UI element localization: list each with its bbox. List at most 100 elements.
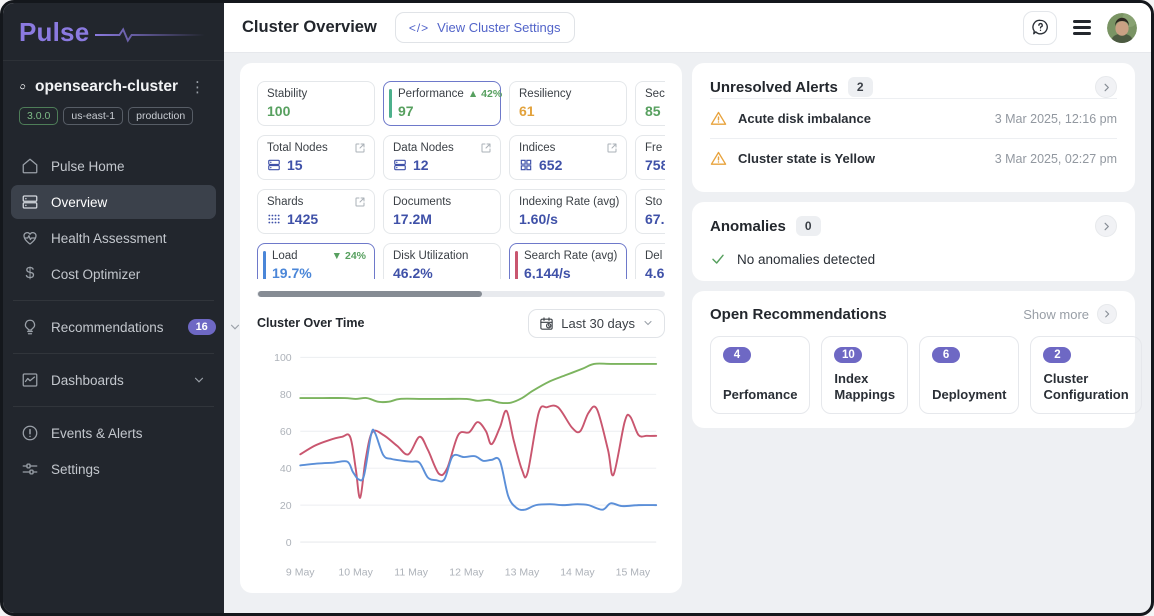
metric-value: 61 bbox=[519, 103, 618, 119]
recommendation-card-deployment[interactable]: 6 Deployment bbox=[919, 336, 1019, 414]
open-recommendations-card: Open Recommendations Show more 4 Perfoma… bbox=[692, 291, 1135, 428]
scrollbar-thumb[interactable] bbox=[258, 291, 482, 297]
nav-divider bbox=[13, 353, 214, 354]
alert-text: Acute disk imbalance bbox=[738, 111, 871, 126]
nav-divider bbox=[13, 406, 214, 407]
svg-text:80: 80 bbox=[280, 389, 292, 401]
alerts-expand-button[interactable] bbox=[1095, 76, 1117, 98]
metric-card-stability[interactable]: Stability 100 bbox=[257, 81, 375, 126]
metric-card-documents[interactable]: Documents 17.2M bbox=[383, 189, 501, 234]
kebab-menu-icon[interactable]: ⋮ bbox=[187, 78, 208, 96]
external-link-icon[interactable] bbox=[354, 142, 366, 154]
metric-card-performance[interactable]: Performance ▲ 42% 97 bbox=[383, 81, 501, 126]
logo: Pulse bbox=[3, 3, 224, 61]
date-range-dropdown[interactable]: Last 30 days bbox=[528, 309, 665, 338]
metric-value: 67. bbox=[645, 211, 665, 227]
metric-card-total-nodes[interactable]: Total Nodes 15 bbox=[257, 135, 375, 180]
code-icon: </> bbox=[409, 21, 429, 35]
sidebar-item-dashboards[interactable]: Dashboards bbox=[11, 363, 216, 397]
topbar: Cluster Overview </> View Cluster Settin… bbox=[224, 3, 1151, 53]
recommendation-card-index-mappings[interactable]: 10 Index Mappings bbox=[821, 336, 908, 414]
metric-card-indices[interactable]: Indices 652 bbox=[509, 135, 627, 180]
metric-label: Disk Utilization bbox=[393, 250, 468, 262]
chart-title: Cluster Over Time bbox=[257, 316, 364, 330]
sidebar-item-label: Recommendations bbox=[51, 320, 164, 335]
metric-label: Performance bbox=[398, 88, 464, 100]
metric-label: Data Nodes bbox=[393, 142, 454, 154]
metric-card-disk-utilization[interactable]: Disk Utilization 46.2% bbox=[383, 243, 501, 279]
metric-value: 12 bbox=[393, 157, 492, 173]
content: Stability 100 Performance ▲ 42% 97 Resil… bbox=[224, 53, 1151, 613]
dollar-icon: $ bbox=[21, 265, 39, 283]
show-more-button[interactable]: Show more bbox=[1023, 304, 1117, 324]
server-icon bbox=[267, 158, 281, 172]
recommendation-label: Deployment bbox=[932, 387, 1006, 402]
alert-circle-icon bbox=[21, 424, 39, 442]
metric-card-shards[interactable]: Shards 1425 bbox=[257, 189, 375, 234]
metric-card-data-nodes[interactable]: Data Nodes 12 bbox=[383, 135, 501, 180]
view-cluster-settings-button[interactable]: </> View Cluster Settings bbox=[395, 12, 575, 43]
sidebar-item-overview[interactable]: Overview bbox=[11, 185, 216, 219]
svg-text:60: 60 bbox=[280, 426, 292, 438]
svg-text:100: 100 bbox=[274, 352, 292, 364]
metric-card-indexing-rate[interactable]: Indexing Rate (avg) 1.60/s bbox=[509, 189, 627, 234]
line-chart-icon bbox=[21, 371, 39, 389]
alert-time: 3 Mar 2025, 12:16 pm bbox=[995, 112, 1117, 126]
sidebar-item-events-alerts[interactable]: Events & Alerts bbox=[11, 416, 216, 450]
metric-label: Sto bbox=[645, 196, 662, 208]
sidebar-item-pulse-home[interactable]: Pulse Home bbox=[11, 149, 216, 183]
chevron-down-icon bbox=[642, 317, 654, 329]
sidebar-item-label: Dashboards bbox=[51, 373, 124, 388]
anomalies-expand-button[interactable] bbox=[1095, 215, 1117, 237]
recommendations-count-badge: 16 bbox=[188, 319, 216, 335]
server-icon bbox=[393, 158, 407, 172]
svg-text:11 May: 11 May bbox=[394, 566, 428, 578]
metric-card-storage[interactable]: Sto 67. bbox=[635, 189, 665, 234]
horizontal-scrollbar[interactable] bbox=[257, 291, 665, 297]
anomalies-count-badge: 0 bbox=[796, 216, 821, 236]
recommendation-label: Index Mappings bbox=[834, 371, 895, 402]
opensearch-logo-icon bbox=[19, 77, 26, 97]
chevron-right-icon bbox=[1101, 221, 1112, 232]
avatar[interactable] bbox=[1107, 13, 1137, 43]
cluster-over-time-chart[interactable]: 0204060801009 May10 May11 May12 May13 Ma… bbox=[257, 344, 665, 583]
sidebar-item-cost-optimizer[interactable]: $ Cost Optimizer bbox=[11, 257, 216, 291]
alert-row[interactable]: Cluster state is Yellow 3 Mar 2025, 02:2… bbox=[710, 138, 1117, 178]
metric-card-free-storage[interactable]: Fre 758 bbox=[635, 135, 665, 180]
external-link-icon[interactable] bbox=[354, 196, 366, 208]
sidebar-item-recommendations[interactable]: Recommendations 16 bbox=[11, 310, 216, 344]
metric-card-deleted[interactable]: Del 4.6 bbox=[635, 243, 665, 279]
alert-row[interactable]: Acute disk imbalance 3 Mar 2025, 12:16 p… bbox=[710, 98, 1117, 138]
metric-label: Documents bbox=[393, 196, 451, 208]
recommendation-card-cluster-configuration[interactable]: 2 Cluster Configuration bbox=[1030, 336, 1141, 414]
metric-card-load[interactable]: Load ▼ 24% 19.7% bbox=[257, 243, 375, 279]
metric-card-security[interactable]: Sec 85 bbox=[635, 81, 665, 126]
anomalies-title: Anomalies bbox=[710, 218, 786, 235]
menu-icon[interactable] bbox=[1069, 16, 1095, 39]
metric-label: Indexing Rate (avg) bbox=[519, 196, 619, 208]
sidebar-item-health-assessment[interactable]: Health Assessment bbox=[11, 221, 216, 255]
metric-card-resiliency[interactable]: Resiliency 61 bbox=[509, 81, 627, 126]
metric-value: 1.60/s bbox=[519, 211, 618, 227]
recommendation-card-performance[interactable]: 4 Perfomance bbox=[710, 336, 810, 414]
unresolved-alerts-card: Unresolved Alerts 2 Acute disk imbalance… bbox=[692, 63, 1135, 192]
grid-icon bbox=[519, 158, 533, 172]
metric-label: Total Nodes bbox=[267, 142, 328, 154]
help-button[interactable] bbox=[1023, 11, 1057, 45]
home-icon bbox=[21, 157, 39, 175]
sidebar-item-settings[interactable]: Settings bbox=[11, 452, 216, 486]
metric-value: 17.2M bbox=[393, 211, 492, 227]
metric-label: Sec bbox=[645, 88, 665, 100]
page-title: Cluster Overview bbox=[242, 18, 377, 37]
recommendations-title: Open Recommendations bbox=[710, 306, 887, 323]
sidebar-item-label: Overview bbox=[51, 195, 107, 210]
pulse-line-icon bbox=[95, 26, 208, 44]
metric-card-search-rate[interactable]: Search Rate (avg) 6,144/s bbox=[509, 243, 627, 279]
external-link-icon[interactable] bbox=[480, 142, 492, 154]
sidebar-nav: Pulse Home Overview Health Assessment $ … bbox=[3, 149, 224, 488]
external-link-icon[interactable] bbox=[606, 142, 618, 154]
date-range-label: Last 30 days bbox=[561, 316, 635, 331]
calendar-icon bbox=[539, 316, 554, 331]
metric-value: 100 bbox=[267, 103, 366, 119]
metric-label: Del bbox=[645, 250, 662, 262]
